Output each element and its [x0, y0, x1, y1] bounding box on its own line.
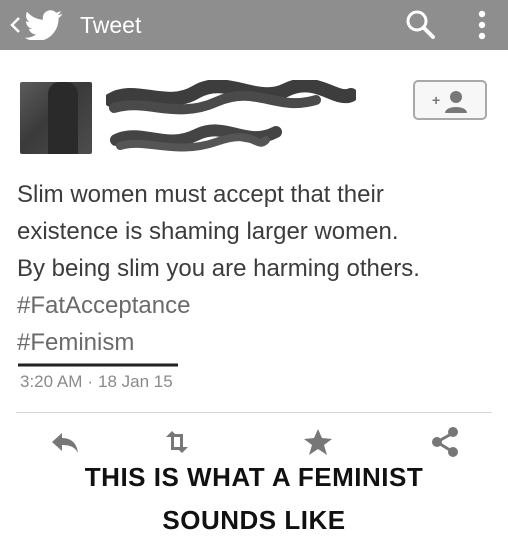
add-user-icon: + [432, 91, 467, 113]
tweet-date: 18 Jan 15 [98, 372, 173, 391]
chevron-left-icon[interactable] [7, 13, 23, 37]
tweet-actions [0, 425, 508, 465]
tweet-line: Slim women must accept that their [17, 181, 384, 208]
search-icon[interactable] [402, 7, 438, 43]
underline-annotation [18, 363, 178, 367]
tweet-time: 3:20 AM [20, 372, 83, 391]
tweet-timestamp: 3:20 AM · 18 Jan 15 [20, 372, 173, 392]
redacted-username-scribble [106, 80, 356, 152]
caption-line-1: THIS IS WHAT A FEMINIST [84, 462, 424, 492]
svg-text:+: + [432, 92, 440, 108]
reply-icon[interactable] [48, 425, 82, 459]
page-title: Tweet [80, 12, 142, 38]
hashtag-link[interactable]: #Feminism [17, 324, 497, 361]
tweet-line: existence is shaming larger women. [17, 218, 399, 245]
timestamp-separator: · [87, 372, 94, 391]
divider [16, 412, 492, 413]
app-top-bar: Tweet [0, 0, 508, 50]
share-icon[interactable] [428, 425, 462, 459]
retweet-icon[interactable] [160, 425, 194, 459]
tweet-body: Slim women must accept that their existe… [17, 176, 497, 361]
caption-line-2: SOUNDS LIKE [162, 505, 346, 535]
hashtag-link[interactable]: #FatAcceptance [17, 287, 497, 324]
tweet-line: By being slim you are harming others. [17, 255, 420, 282]
follow-button[interactable]: + [413, 80, 487, 120]
favorite-icon[interactable] [301, 425, 335, 459]
twitter-bird-icon [24, 10, 63, 40]
more-vertical-icon[interactable] [474, 8, 490, 42]
avatar[interactable] [20, 82, 92, 154]
